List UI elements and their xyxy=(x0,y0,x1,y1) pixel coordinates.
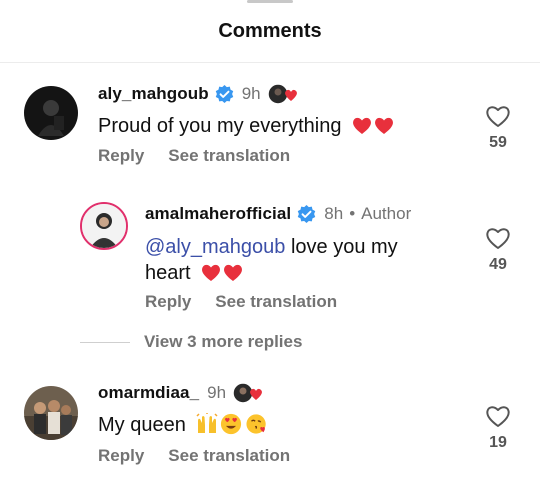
red-heart-emoji xyxy=(200,262,222,282)
like-count: 49 xyxy=(489,256,507,273)
like-count: 19 xyxy=(489,434,507,451)
comments-sheet: Comments aly_mahgoub 9h Proud of you my … xyxy=(0,0,540,483)
comment-actions: Reply See translation xyxy=(98,446,290,466)
comment-text: Proud of you my everything xyxy=(98,113,395,139)
comment-actions: Reply See translation xyxy=(145,292,337,312)
raising-hands-emoji xyxy=(195,413,219,442)
verified-badge-icon xyxy=(215,84,234,104)
username[interactable]: aly_mahgoub xyxy=(98,84,209,104)
like-count: 59 xyxy=(489,134,507,151)
heart-eyes-emoji xyxy=(219,413,243,442)
reply-button[interactable]: Reply xyxy=(98,446,144,466)
heart-outline-icon[interactable] xyxy=(485,104,511,128)
comment-time: 9h xyxy=(241,84,261,103)
red-heart-emoji xyxy=(351,115,373,135)
view-more-replies-button[interactable]: View 3 more replies xyxy=(80,332,302,352)
comment-text: @aly_mahgoub love you my heart xyxy=(145,234,445,286)
view-more-label[interactable]: View 3 more replies xyxy=(144,332,302,352)
sheet-title: Comments xyxy=(218,20,322,42)
face-blowing-kiss-emoji xyxy=(245,413,269,442)
like-button[interactable]: 19 xyxy=(478,404,518,452)
comment-actions: Reply See translation xyxy=(98,146,290,166)
comment-body: Proud of you my everything xyxy=(98,115,342,137)
like-button[interactable]: 49 xyxy=(478,226,518,274)
divider xyxy=(0,62,540,63)
mention-link[interactable]: @aly_mahgoub xyxy=(145,236,285,258)
reply-button[interactable]: Reply xyxy=(98,146,144,166)
username[interactable]: amalmaherofficial xyxy=(145,204,291,224)
avatar[interactable] xyxy=(24,386,78,440)
username[interactable]: omarmdiaa_ xyxy=(98,383,199,403)
comment-text: My queen xyxy=(98,412,269,442)
avatar[interactable] xyxy=(80,202,128,250)
comment-body: My queen xyxy=(98,414,186,436)
reply-button[interactable]: Reply xyxy=(145,292,191,312)
liked-by-author-icon xyxy=(266,83,301,105)
comment-meta: omarmdiaa_ 9h xyxy=(98,382,266,404)
liked-by-author-icon xyxy=(232,382,266,404)
comment-time: 8h xyxy=(324,204,344,223)
heart-outline-icon[interactable] xyxy=(485,404,511,428)
sheet-grabber[interactable] xyxy=(247,0,293,3)
see-translation-button[interactable]: See translation xyxy=(168,146,290,166)
comment-meta: amalmaherofficial 8h • Author xyxy=(145,204,411,224)
red-heart-emoji xyxy=(373,115,395,135)
red-heart-emoji xyxy=(222,262,244,282)
like-button[interactable]: 59 xyxy=(478,104,518,152)
comment-time: 9h xyxy=(207,383,227,402)
verified-badge-icon xyxy=(297,204,316,224)
see-translation-button[interactable]: See translation xyxy=(168,446,290,466)
author-badge: Author xyxy=(361,204,412,223)
thread-line xyxy=(80,341,130,343)
avatar[interactable] xyxy=(24,86,78,140)
separator-dot: • xyxy=(349,204,356,223)
heart-outline-icon[interactable] xyxy=(485,226,511,250)
see-translation-button[interactable]: See translation xyxy=(215,292,337,312)
comment-meta: aly_mahgoub 9h xyxy=(98,83,301,105)
